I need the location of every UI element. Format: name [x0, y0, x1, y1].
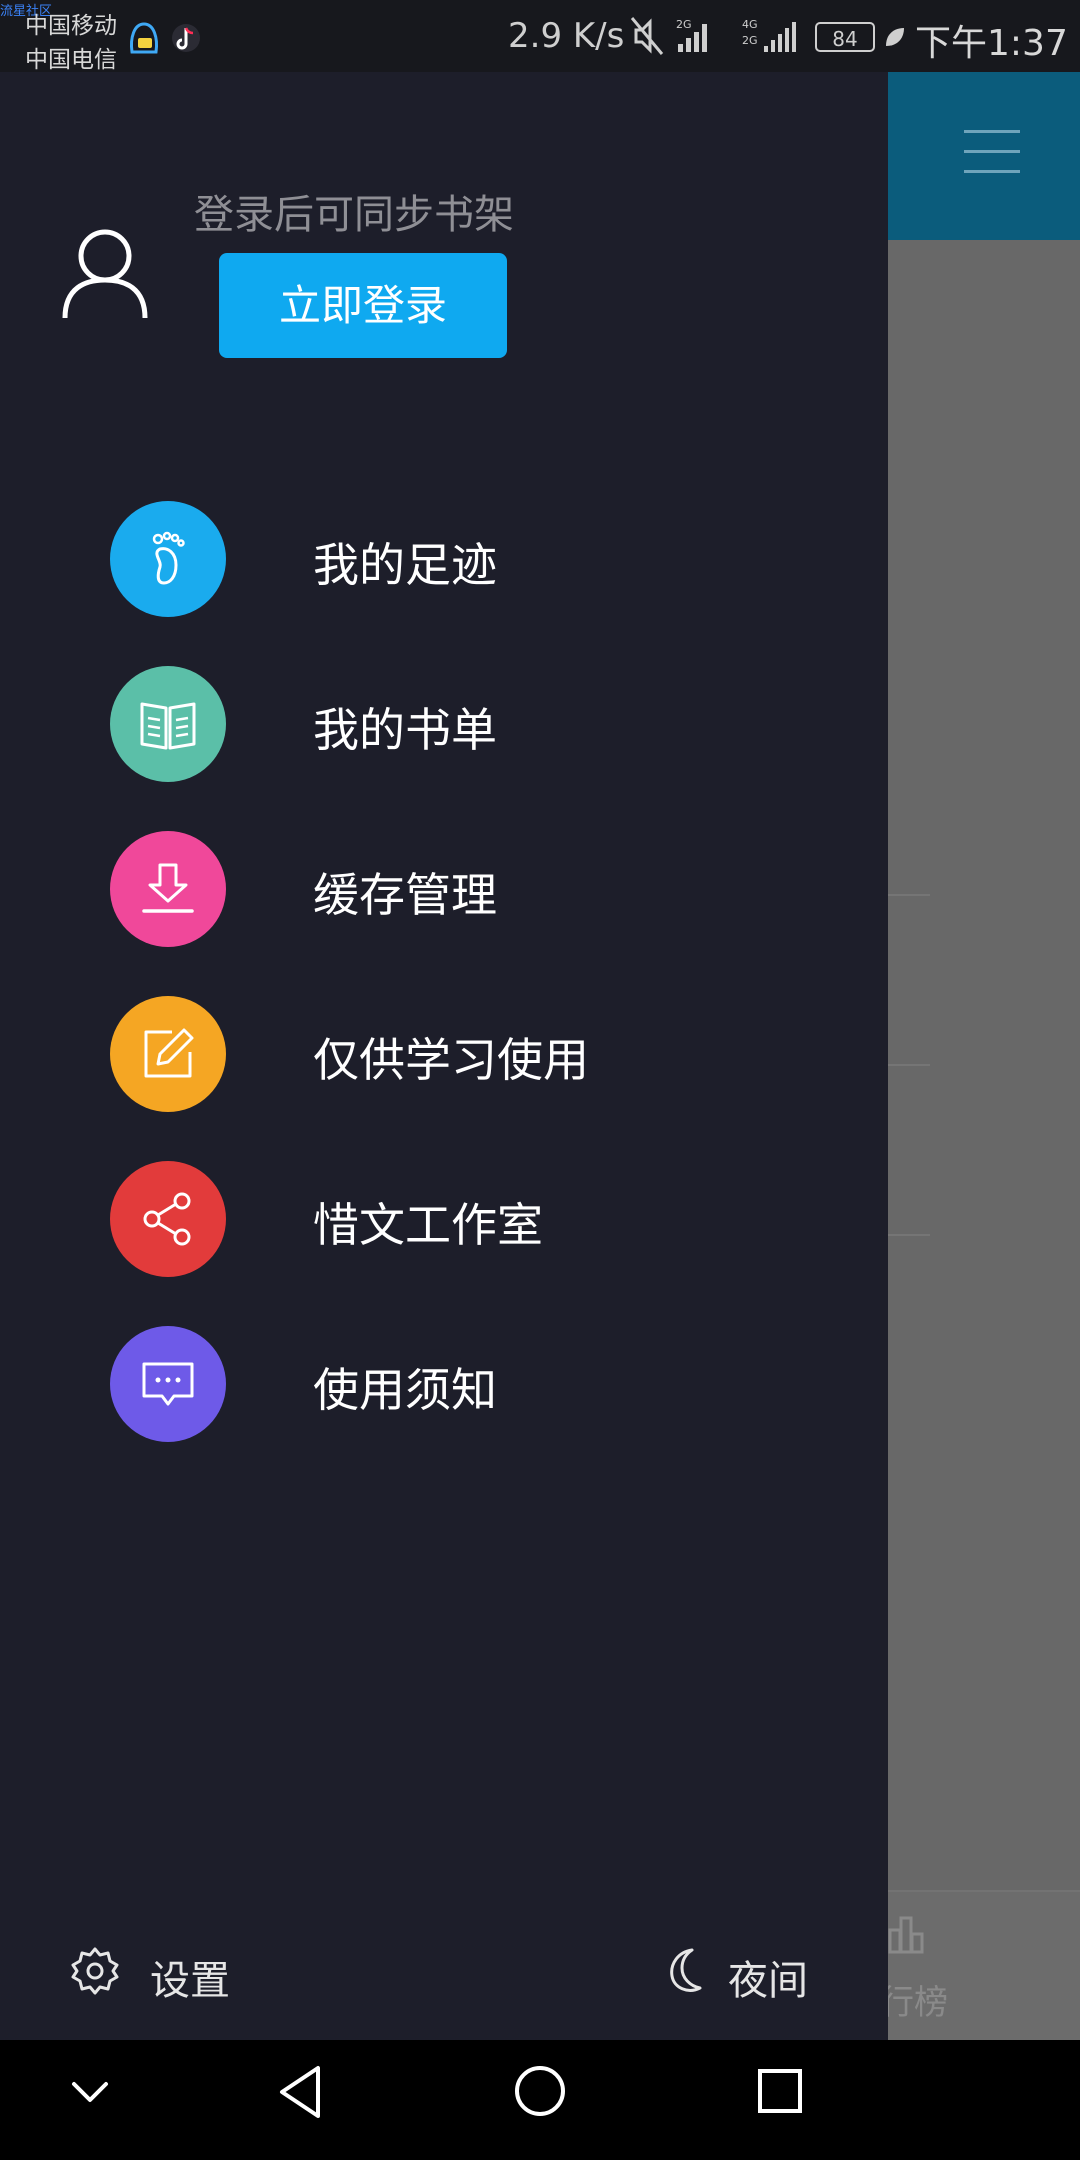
menu-item-studio[interactable]: 惜文工作室: [110, 1161, 750, 1277]
collapse-icon[interactable]: [68, 2070, 112, 2114]
network-speed: 2.9 K/s: [508, 16, 625, 56]
message-icon: [110, 1326, 226, 1442]
gear-icon: [71, 1947, 119, 1995]
signal-2g-icon: 2G: [676, 18, 707, 52]
menu-label: 惜文工作室: [313, 1198, 543, 1252]
hamburger-icon[interactable]: [964, 130, 1020, 174]
menu-label: 使用须知: [313, 1363, 497, 1417]
svg-text:2G: 2G: [676, 18, 692, 31]
leaf-icon: [886, 28, 904, 46]
settings-label: 设置: [150, 1958, 230, 2004]
footprint-icon: [110, 501, 226, 617]
menu-label: 我的书单: [313, 703, 497, 757]
qq-icon: [130, 22, 158, 54]
status-bar: 流星社区 中国移动 中国电信 2.9 K/s 2G 4G 2G 84 下午1:3…: [0, 0, 1080, 73]
navigation-drawer: 登录后可同步书架 立即登录 我的足迹 我的书单 缓存管理 仅供学习使用 惜文工作…: [0, 72, 888, 2040]
login-button[interactable]: 立即登录: [219, 253, 507, 358]
battery-indicator: 84: [815, 22, 875, 52]
back-icon[interactable]: [276, 2064, 326, 2120]
tiktok-icon: [172, 24, 200, 52]
menu-label: 缓存管理: [313, 868, 497, 922]
download-icon: [110, 831, 226, 947]
menu-item-footprint[interactable]: 我的足迹: [110, 501, 750, 617]
user-icon[interactable]: [60, 222, 150, 322]
menu-label: 仅供学习使用: [313, 1033, 589, 1087]
system-navigation-bar: [0, 2040, 1080, 2160]
recents-icon[interactable]: [756, 2067, 804, 2115]
menu-item-study[interactable]: 仅供学习使用: [110, 996, 750, 1112]
menu-item-notice[interactable]: 使用须知: [110, 1326, 750, 1442]
signal-4g-icon: 4G 2G: [742, 18, 796, 52]
night-mode-button[interactable]: 夜间: [662, 1942, 822, 2004]
carrier-2: 中国电信: [25, 47, 117, 73]
edit-icon: [110, 996, 226, 1112]
svg-text:2G: 2G: [742, 34, 758, 47]
menu-item-cache[interactable]: 缓存管理: [110, 831, 750, 947]
tab-ranking-label[interactable]: 行榜: [880, 1975, 948, 2024]
clock: 下午1:37: [915, 23, 1068, 64]
mute-icon: [630, 17, 664, 55]
settings-button[interactable]: 设置: [70, 1942, 270, 2004]
carrier-1: 中国移动: [25, 13, 117, 39]
night-label: 夜间: [728, 1958, 808, 2004]
share-icon: [110, 1161, 226, 1277]
login-hint: 登录后可同步书架: [194, 192, 514, 238]
menu-label: 我的足迹: [313, 538, 497, 592]
notification-icons: [130, 22, 200, 54]
home-icon[interactable]: [513, 2064, 567, 2118]
book-icon: [110, 666, 226, 782]
ranking-icon: [888, 1916, 924, 1954]
moon-icon: [670, 1948, 702, 1992]
menu-item-booklist[interactable]: 我的书单: [110, 666, 750, 782]
svg-text:4G: 4G: [742, 18, 758, 31]
